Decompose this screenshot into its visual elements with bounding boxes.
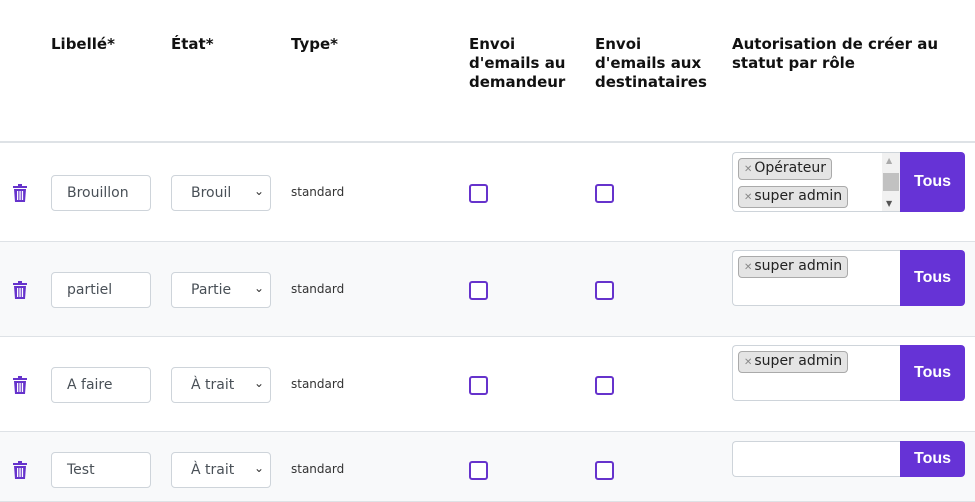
envoi-destinataires-checkbox[interactable] <box>595 280 614 300</box>
header-envoi-destinataires: Envoi d'emails aux destinataires <box>595 35 707 91</box>
chevron-down-icon: ⌄ <box>253 461 264 475</box>
header-type: Type* <box>291 35 338 53</box>
envoi-destinataires-checkbox[interactable] <box>595 461 614 480</box>
roles-multiselect[interactable]: ✕ super admin <box>732 345 900 401</box>
etat-select[interactable]: Partie ⌄ <box>171 271 271 308</box>
roles-multiselect[interactable]: ✕ Opérateur ✕ super admin ▲ ▼ <box>732 152 900 212</box>
envoi-demandeur-checkbox[interactable] <box>469 184 488 203</box>
role-tag[interactable]: ✕ super admin <box>738 351 849 373</box>
remove-icon[interactable]: ✕ <box>744 164 752 175</box>
tous-button[interactable]: Tous <box>900 250 965 306</box>
chevron-down-icon: ⌄ <box>253 375 264 390</box>
libelle-input[interactable]: Brouillon <box>51 175 151 211</box>
table-row: partiel Partie ⌄ standard ✕ super admin To… <box>0 242 975 337</box>
header-envoi-demandeur: Envoi d'emails au demandeur <box>469 35 566 91</box>
chevron-down-icon: ⌄ <box>253 280 264 295</box>
envoi-demandeur-checkbox[interactable] <box>469 375 488 395</box>
libelle-input[interactable]: A faire <box>51 366 151 403</box>
envoi-demandeur-checkbox[interactable] <box>469 280 488 300</box>
roles-multiselect[interactable]: ✕ super admin <box>732 250 900 306</box>
tous-button[interactable]: Tous <box>900 441 965 477</box>
tous-button[interactable]: Tous <box>900 152 965 212</box>
header-autorisation: Autorisation de créer au statut par rôle <box>732 35 939 72</box>
envoi-destinataires-checkbox[interactable] <box>595 375 614 395</box>
type-value: standard <box>291 462 345 476</box>
type-value: standard <box>291 185 345 199</box>
remove-icon[interactable]: ✕ <box>744 192 752 203</box>
chevron-down-icon: ⌄ <box>253 184 264 198</box>
type-value: standard <box>291 281 345 296</box>
envoi-destinataires-checkbox[interactable] <box>595 184 614 203</box>
header-etat: État* <box>171 35 214 53</box>
table-header: Libellé* État* Type* Envoi d'emails au d… <box>0 0 975 143</box>
libelle-input[interactable]: Test <box>51 452 151 488</box>
trash-icon[interactable] <box>12 184 28 202</box>
roles-multiselect[interactable] <box>732 441 900 477</box>
header-libelle: Libellé* <box>51 35 115 53</box>
type-value: standard <box>291 376 345 391</box>
role-tag[interactable]: ✕ Opérateur <box>738 158 832 180</box>
etat-select[interactable]: À trait ⌄ <box>171 366 271 403</box>
libelle-input[interactable]: partiel <box>51 271 151 308</box>
role-tag[interactable]: ✕ super admin <box>738 256 849 278</box>
table-row: A faire À trait ⌄ standard ✕ super admin T… <box>0 337 975 432</box>
scrollbar[interactable]: ▲ ▼ <box>882 153 900 211</box>
trash-icon[interactable] <box>12 461 28 479</box>
table-row: Brouillon Brouil ⌄ standard ✕ Opérateur ✕ su… <box>0 144 975 242</box>
remove-icon[interactable]: ✕ <box>744 262 752 273</box>
trash-icon[interactable] <box>12 375 28 394</box>
trash-icon[interactable] <box>12 280 28 299</box>
etat-select[interactable]: À trait ⌄ <box>171 452 271 488</box>
role-tag[interactable]: ✕ super admin <box>738 186 849 208</box>
etat-select[interactable]: Brouil ⌄ <box>171 175 271 211</box>
tous-button[interactable]: Tous <box>900 345 965 401</box>
table-row: Test À trait ⌄ standard Tous <box>0 432 975 502</box>
remove-icon[interactable]: ✕ <box>744 357 752 368</box>
envoi-demandeur-checkbox[interactable] <box>469 461 488 480</box>
